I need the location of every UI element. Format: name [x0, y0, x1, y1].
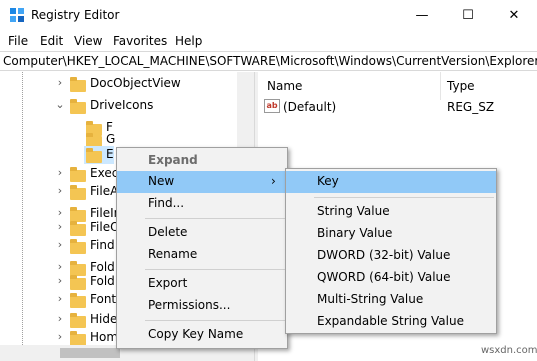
string-value-icon: ab: [264, 99, 280, 113]
tree-item-label: Fold: [90, 274, 115, 288]
menu-separator: [145, 218, 285, 219]
window-title: Registry Editor: [31, 8, 120, 22]
menu-help[interactable]: Help: [175, 34, 202, 48]
submenu-item-key[interactable]: Key: [286, 171, 496, 193]
chevron-right-icon: ›: [271, 174, 276, 188]
menu-item-label: String Value: [317, 204, 390, 218]
scrollbar-thumb[interactable]: [60, 348, 120, 358]
context-menu: Expand New › Find... Delete Rename Expor…: [116, 147, 288, 349]
address-bar[interactable]: Computer\HKEY_LOCAL_MACHINE\SOFTWARE\Mic…: [0, 51, 537, 71]
tree-item-label: FileA: [90, 184, 119, 198]
tree-item-label: Font: [90, 292, 117, 306]
tree-item-label: Hide: [90, 312, 118, 326]
folder-icon: [70, 239, 86, 254]
folder-icon: [70, 293, 86, 308]
menu-item-label: QWORD (64-bit) Value: [317, 270, 451, 284]
folder-icon: [70, 99, 86, 114]
menu-item-label: Multi-String Value: [317, 292, 424, 306]
chevron-right-icon[interactable]: ›: [54, 76, 66, 89]
menu-item-delete[interactable]: Delete: [117, 222, 287, 244]
close-button[interactable]: ✕: [491, 0, 537, 31]
menu-item-label: Find...: [148, 196, 185, 210]
new-submenu: Key String Value Binary Value DWORD (32-…: [285, 168, 497, 334]
menu-item-label: Permissions...: [148, 298, 231, 312]
menu-item-label: Expandable String Value: [317, 314, 464, 328]
registry-editor-app-icon: [10, 8, 24, 22]
chevron-right-icon[interactable]: ›: [54, 274, 66, 287]
menu-item-export[interactable]: Export: [117, 273, 287, 295]
column-header-type[interactable]: Type: [447, 72, 475, 100]
menu-separator: [145, 269, 285, 270]
chevron-right-icon[interactable]: ›: [54, 312, 66, 325]
chevron-right-icon[interactable]: ›: [54, 220, 66, 233]
maximize-icon: ☐: [462, 8, 474, 23]
tree-item-label: E: [106, 147, 114, 161]
menu-separator: [145, 320, 285, 321]
menu-item-label: Expand: [148, 153, 198, 167]
tree-item-label: Exec: [90, 166, 119, 180]
menu-item-rename[interactable]: Rename: [117, 244, 287, 266]
menu-item-find[interactable]: Find...: [117, 193, 287, 215]
menu-item-label: Copy Key Name: [148, 327, 244, 341]
chevron-right-icon[interactable]: ›: [54, 184, 66, 197]
minimize-button[interactable]: —: [399, 0, 445, 31]
minimize-icon: —: [415, 8, 429, 23]
chevron-right-icon[interactable]: ›: [54, 238, 66, 251]
close-icon: ✕: [508, 8, 520, 23]
tree-item-label: G: [106, 132, 116, 146]
menu-item-expand[interactable]: Expand: [117, 150, 287, 172]
menu-file[interactable]: File: [8, 34, 28, 48]
submenu-item-string-value[interactable]: String Value: [286, 201, 496, 223]
folder-icon: [70, 185, 86, 200]
address-path: Computer\HKEY_LOCAL_MACHINE\SOFTWARE\Mic…: [3, 54, 537, 68]
menu-item-new[interactable]: New ›: [117, 171, 287, 193]
chevron-right-icon[interactable]: ›: [54, 330, 66, 343]
value-type-default: REG_SZ: [447, 100, 495, 114]
menu-separator: [314, 197, 494, 198]
tree-item-driveicons[interactable]: ⌄ DriveIcons: [0, 94, 237, 116]
chevron-right-icon[interactable]: ›: [54, 292, 66, 305]
submenu-item-binary-value[interactable]: Binary Value: [286, 223, 496, 245]
folder-icon: [70, 77, 86, 92]
tree-item-docobjectview[interactable]: › DocObjectView: [0, 72, 237, 94]
menu-item-label: Export: [148, 276, 188, 290]
title-bar: Registry Editor — ☐ ✕: [0, 0, 537, 31]
menu-item-label: Binary Value: [317, 226, 393, 240]
menu-item-label: New: [148, 174, 175, 188]
menu-item-label: Rename: [148, 247, 198, 261]
menu-view[interactable]: View: [74, 34, 102, 48]
submenu-item-qword-value[interactable]: QWORD (64-bit) Value: [286, 267, 496, 289]
tree-item-label: Find: [90, 238, 115, 252]
watermark-text: wsxdn.com: [481, 345, 537, 356]
chevron-right-icon[interactable]: ›: [54, 166, 66, 179]
menu-item-copy-key-name[interactable]: Copy Key Name: [117, 324, 287, 346]
tree-item-label: DocObjectView: [90, 76, 181, 90]
menu-item-label: Delete: [148, 225, 188, 239]
chevron-down-icon[interactable]: ⌄: [54, 98, 66, 111]
tree-item-label: Hom: [90, 330, 119, 344]
menu-favorites[interactable]: Favorites: [113, 34, 167, 48]
value-name-default[interactable]: (Default): [283, 100, 336, 114]
submenu-item-dword-value[interactable]: DWORD (32-bit) Value: [286, 245, 496, 267]
menu-item-label: Key: [317, 174, 339, 188]
maximize-button[interactable]: ☐: [445, 0, 491, 31]
column-divider[interactable]: [440, 72, 441, 100]
menu-edit[interactable]: Edit: [40, 34, 63, 48]
menu-item-label: DWORD (32-bit) Value: [317, 248, 451, 262]
column-header-name[interactable]: Name: [267, 72, 302, 100]
submenu-item-multi-string-value[interactable]: Multi-String Value: [286, 289, 496, 311]
menu-bar: File Edit View Favorites Help: [0, 31, 537, 51]
submenu-item-expandable-string-value[interactable]: Expandable String Value: [286, 311, 496, 333]
menu-item-permissions[interactable]: Permissions...: [117, 295, 287, 317]
tree-item-label: DriveIcons: [90, 98, 154, 112]
